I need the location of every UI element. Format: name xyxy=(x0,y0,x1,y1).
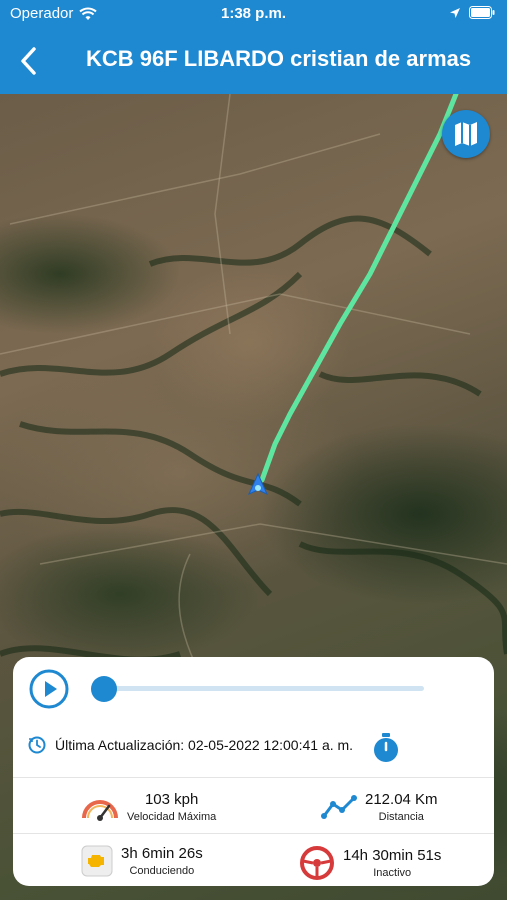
panel-divider xyxy=(13,833,494,834)
stat-distance: 212.04 Km Distancia xyxy=(321,791,438,823)
terrain-vegetation xyxy=(0,215,507,663)
last-update-row: Última Actualización: 02-05-2022 12:00:4… xyxy=(27,735,353,755)
engine-icon xyxy=(81,845,113,877)
play-icon xyxy=(45,681,57,697)
terrain-roads xyxy=(0,94,507,675)
status-right xyxy=(449,6,495,19)
steering-wheel-icon xyxy=(300,846,334,880)
idle-value: 14h 30min 51s xyxy=(343,847,442,864)
panel-divider xyxy=(13,777,494,778)
route-line-icon xyxy=(321,795,357,819)
max-speed-label: Velocidad Máxima xyxy=(127,811,217,823)
speedometer-icon xyxy=(82,800,118,821)
idle-label: Inactivo xyxy=(373,867,412,879)
max-speed-value: 103 kph xyxy=(144,791,199,808)
nav-bar: KCB 96F LIBARDO cristian de armas xyxy=(0,28,507,94)
play-button[interactable] xyxy=(29,669,69,709)
chevron-left-icon xyxy=(21,47,36,75)
stat-driving: 3h 6min 26s Conduciendo xyxy=(81,845,203,877)
driving-value: 3h 6min 26s xyxy=(121,845,203,862)
driving-label: Conduciendo xyxy=(129,865,195,877)
clock-refresh-icon xyxy=(28,736,46,754)
playback-slider-track[interactable] xyxy=(105,686,424,691)
battery-icon xyxy=(469,6,495,19)
stopwatch-button[interactable] xyxy=(371,732,401,764)
distance-label: Distancia xyxy=(378,811,424,823)
playback-slider-thumb[interactable] xyxy=(91,676,117,702)
distance-value: 212.04 Km xyxy=(365,791,438,808)
map-type-button[interactable] xyxy=(442,110,490,158)
back-button[interactable] xyxy=(14,44,44,78)
page-title: KCB 96F LIBARDO cristian de armas xyxy=(86,46,472,71)
trip-summary-panel: Última Actualización: 02-05-2022 12:00:4… xyxy=(13,657,494,886)
stat-idle: 14h 30min 51s Inactivo xyxy=(299,845,441,881)
last-update-text: Última Actualización: 02-05-2022 12:00:4… xyxy=(55,737,354,753)
route-line xyxy=(259,94,459,483)
location-arrow-icon xyxy=(450,7,460,18)
status-time: 1:38 p.m. xyxy=(220,5,287,22)
status-bar: Operador 1:38 p.m. xyxy=(0,0,507,28)
map-icon xyxy=(455,122,477,146)
stat-max-speed: 103 kph Velocidad Máxima xyxy=(81,791,216,823)
